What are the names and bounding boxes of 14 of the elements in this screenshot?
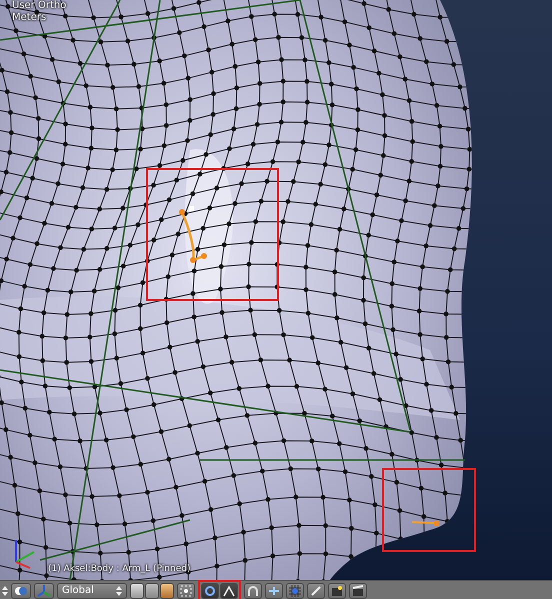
orientation-dropdown[interactable]: Global [57, 582, 127, 598]
grid-icon[interactable] [286, 582, 304, 598]
spheres-icon [14, 584, 28, 596]
falloff-curve-icon[interactable] [220, 582, 238, 598]
clapper-icon[interactable] [349, 582, 367, 598]
proportional-edit-icon[interactable] [201, 582, 219, 598]
snap-icon[interactable] [265, 582, 283, 598]
camera-icon[interactable] [328, 582, 346, 598]
pivot-icon[interactable] [177, 582, 195, 598]
spinner-icon [116, 586, 122, 596]
axis-gizmo-icon [15, 540, 34, 569]
spinner-icon[interactable] [2, 586, 8, 596]
pivot-sphere-button[interactable] [11, 582, 31, 598]
magnet-icon[interactable] [244, 582, 262, 598]
